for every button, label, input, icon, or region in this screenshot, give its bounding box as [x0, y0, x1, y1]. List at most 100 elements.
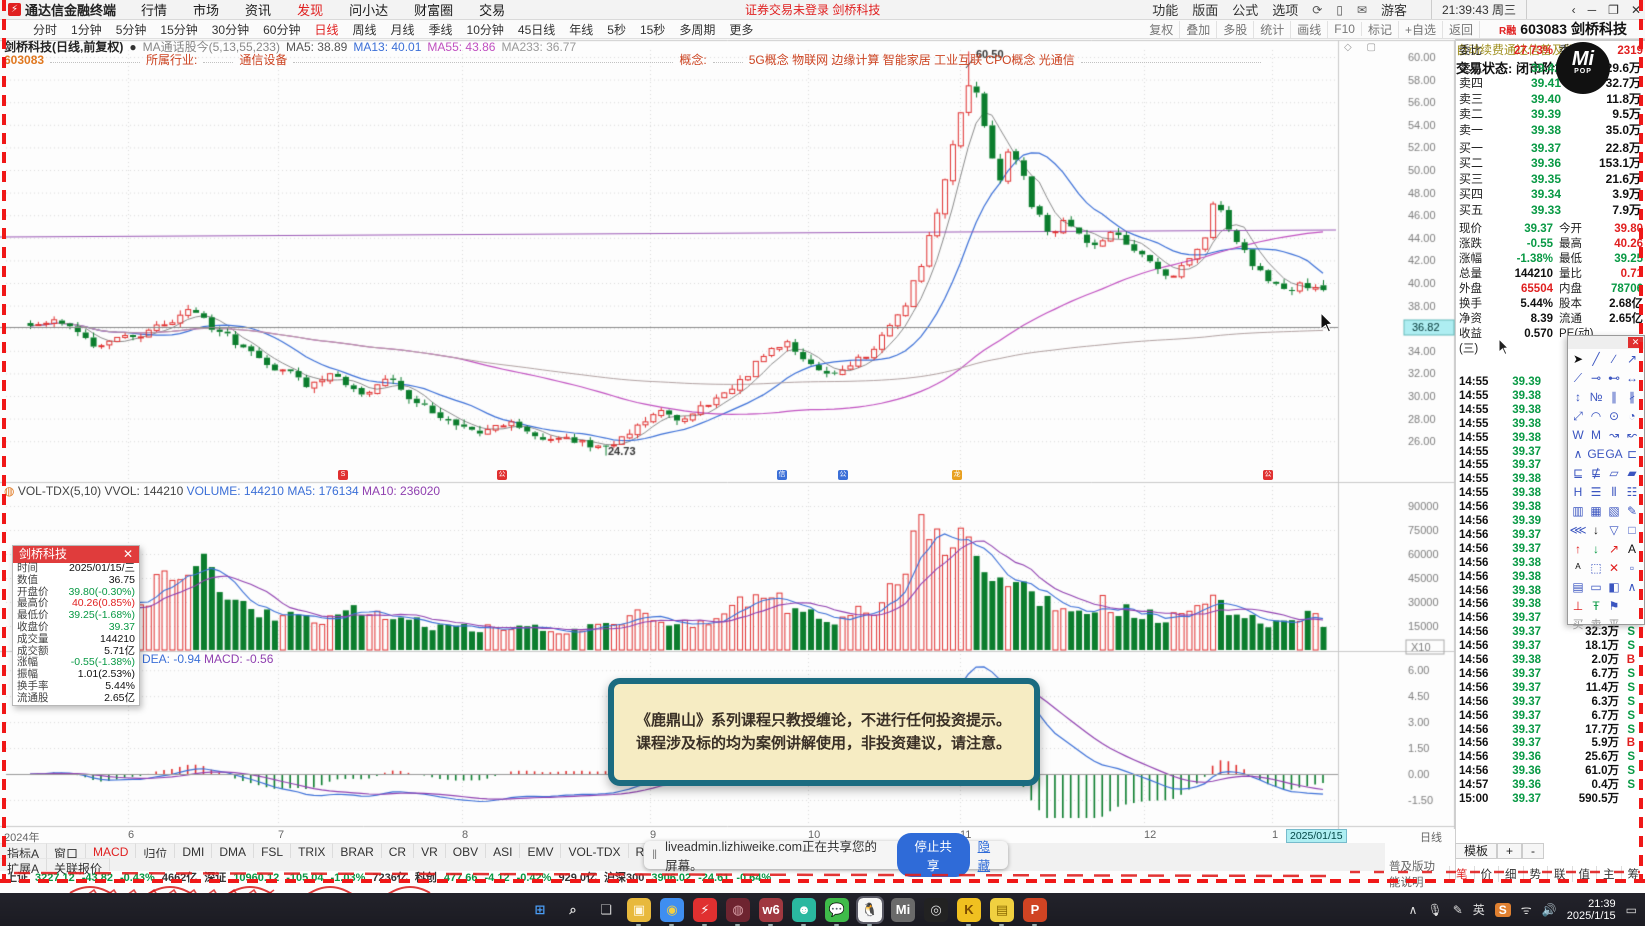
draw-tool-icon[interactable]: № — [1587, 388, 1605, 407]
panel-tab-筹[interactable]: 筹 — [1620, 866, 1645, 882]
draw-tool-icon[interactable]: ⚑ — [1605, 597, 1623, 616]
draw-tool-icon[interactable]: ▰ — [1623, 464, 1641, 483]
taskbar-icon-start[interactable]: ⊞ — [528, 898, 552, 922]
period-月线[interactable]: 月线 — [384, 21, 422, 38]
draw-tool-icon[interactable]: ⦀ — [1605, 483, 1623, 502]
indicator-tab-BRAR[interactable]: BRAR — [333, 843, 382, 859]
taskbar-icon-qq[interactable]: 🐧 — [856, 895, 884, 926]
notification-icon[interactable]: ▭ — [1626, 903, 1637, 917]
draw-tool-icon[interactable]: ▽ — [1605, 521, 1623, 540]
draw-tool-icon[interactable]: ↑ — [1569, 540, 1587, 559]
draw-tool-icon[interactable]: ∦ — [1623, 388, 1641, 407]
indicator-tab-DMI[interactable]: DMI — [175, 843, 213, 859]
draw-tool-icon[interactable]: ⬚ — [1587, 559, 1605, 578]
period-10分钟[interactable]: 10分钟 — [460, 21, 511, 38]
draw-tool-icon[interactable]: ⊷ — [1605, 369, 1623, 388]
draw-tool-icon[interactable]: ↓ — [1587, 540, 1605, 559]
indicator-tab-VOL-TDX[interactable]: VOL-TDX — [561, 843, 629, 859]
indicator-tab-指标A[interactable]: 指标A — [0, 843, 48, 861]
panel-tab-主[interactable]: 主 — [1596, 866, 1621, 882]
tool-画线[interactable]: 画线 — [1291, 20, 1329, 38]
panel-note[interactable]: 普及版功能说明 — [1383, 858, 1449, 890]
draw-tool-icon[interactable]: ☰ — [1587, 483, 1605, 502]
volume-icon[interactable]: 🔊 — [1542, 903, 1557, 917]
draw-tool-icon[interactable]: W — [1569, 426, 1587, 445]
draw-tool-icon[interactable]: ∥ — [1605, 388, 1623, 407]
period-周线[interactable]: 周线 — [345, 21, 383, 38]
indicator-tab-OBV[interactable]: OBV — [445, 843, 487, 859]
draw-tool-icon[interactable]: ▧ — [1605, 502, 1623, 521]
draw-tool-icon[interactable]: ⊏ — [1623, 445, 1641, 464]
guest-label[interactable]: 游客 — [1381, 0, 1407, 19]
draw-tool-icon[interactable]: ⊸ — [1587, 369, 1605, 388]
panel-cell-模板[interactable]: 模板 — [1455, 843, 1498, 859]
draw-tool-icon[interactable]: ▫ — [1623, 559, 1641, 578]
period-30分钟[interactable]: 30分钟 — [205, 21, 256, 38]
draw-tool-icon[interactable] — [1623, 597, 1641, 616]
tool-统计[interactable]: 统计 — [1254, 20, 1292, 38]
period-5秒[interactable]: 5秒 — [600, 21, 633, 38]
indicator-tab-归位[interactable]: 归位 — [136, 843, 176, 861]
draw-tool-icon[interactable]: GE — [1587, 445, 1605, 464]
taskbar-icon-powerpoint[interactable]: P — [1023, 897, 1047, 926]
event-flag-icon[interactable]: 龙 — [952, 470, 962, 480]
event-flag-icon[interactable]: 公 — [838, 470, 848, 480]
tool-叠加[interactable]: 叠加 — [1180, 20, 1218, 38]
period-1分钟[interactable]: 1分钟 — [64, 21, 109, 38]
taskbar-icon-chrome[interactable]: ◉ — [660, 897, 684, 926]
toolbar-mini-icon-1[interactable]: ▯ — [1336, 3, 1343, 17]
close-icon[interactable]: ✕ — [123, 546, 133, 563]
panel-tab-势[interactable]: 势 — [1522, 866, 1548, 882]
draw-tool-icon[interactable]: ▦ — [1587, 502, 1605, 521]
draw-tool-icon[interactable]: ⤢ — [1569, 407, 1587, 426]
taskbar-icon-search[interactable]: ⌕ — [561, 898, 585, 922]
event-flag-icon[interactable]: S — [338, 470, 348, 480]
panel-tab-价[interactable]: 价 — [1473, 866, 1499, 882]
taskbar-icon-app-dark-red[interactable]: ◍ — [726, 897, 750, 926]
toolbar-mini-icon-0[interactable]: ⟳ — [1312, 3, 1322, 17]
maximize-icon[interactable]: ❐ — [1608, 3, 1619, 17]
period-15秒[interactable]: 15秒 — [633, 21, 672, 38]
palette-titlebar[interactable]: ✕ — [1568, 336, 1644, 349]
draw-tool-icon[interactable]: ▱ — [1605, 464, 1623, 483]
indicator-tab-MACD[interactable]: MACD — [86, 843, 137, 859]
draw-tool-icon[interactable]: A — [1623, 540, 1641, 559]
panel-tab-联[interactable]: 联 — [1547, 866, 1572, 882]
draw-tool-icon[interactable]: ▥ — [1569, 502, 1587, 521]
period-15分钟[interactable]: 15分钟 — [153, 21, 204, 38]
menu-item-市场[interactable]: 市场 — [180, 0, 232, 19]
indicator-tab-TRIX[interactable]: TRIX — [291, 843, 334, 859]
hide-share-link[interactable]: 隐藏 — [978, 836, 1000, 874]
period-季线[interactable]: 季线 — [422, 21, 460, 38]
taskbar-icon-task-view[interactable]: ❏ — [594, 898, 618, 922]
event-flag-icon[interactable]: 信 — [777, 470, 787, 480]
tool-F10[interactable]: F10 — [1328, 22, 1362, 36]
event-flag-icon[interactable]: 公 — [1263, 470, 1273, 480]
indicator-tab-窗口[interactable]: 窗口 — [47, 843, 87, 861]
period-分时[interactable]: 分时 — [26, 21, 64, 38]
period-年线[interactable]: 年线 — [562, 21, 600, 38]
taskbar-icon-wechat[interactable]: 💬 — [825, 897, 849, 926]
chevron-icon[interactable]: ∧ — [1409, 903, 1418, 917]
collapse-icon[interactable]: ‹ — [1572, 3, 1576, 17]
draw-tool-icon[interactable]: ➤ — [1569, 350, 1587, 369]
indicator-tab-EMV[interactable]: EMV — [520, 843, 562, 859]
tool-返回[interactable]: 返回 — [1443, 20, 1480, 38]
menu-item-交易[interactable]: 交易 — [466, 0, 518, 19]
draw-tool-icon[interactable]: ☷ — [1623, 483, 1641, 502]
indicator-tab-VR[interactable]: VR — [414, 843, 446, 859]
taskbar-icon-meeting[interactable]: ☻ — [792, 897, 816, 926]
draw-tool-icon[interactable]: M — [1587, 426, 1605, 445]
stop-share-button[interactable]: 停止共享 — [896, 833, 970, 877]
menu-item-问小达[interactable]: 问小达 — [336, 0, 401, 19]
draw-tool-icon[interactable]: ▭ — [1587, 578, 1605, 597]
draw-tool-icon[interactable]: ∧ — [1623, 578, 1641, 597]
taskbar-icon-mi[interactable]: Mi — [891, 897, 915, 922]
draw-tool-icon[interactable]: ╱ — [1587, 350, 1605, 369]
draw-tool-icon[interactable]: ⊑ — [1569, 464, 1587, 483]
period-日线[interactable]: 日线 — [307, 21, 345, 38]
draw-tool-icon[interactable]: ▤ — [1569, 578, 1587, 597]
toolbar-mini-icon-2[interactable]: ✉ — [1357, 3, 1367, 17]
indicator-tab-CR[interactable]: CR — [381, 843, 415, 859]
panel-tab-值[interactable]: 值 — [1571, 866, 1597, 882]
